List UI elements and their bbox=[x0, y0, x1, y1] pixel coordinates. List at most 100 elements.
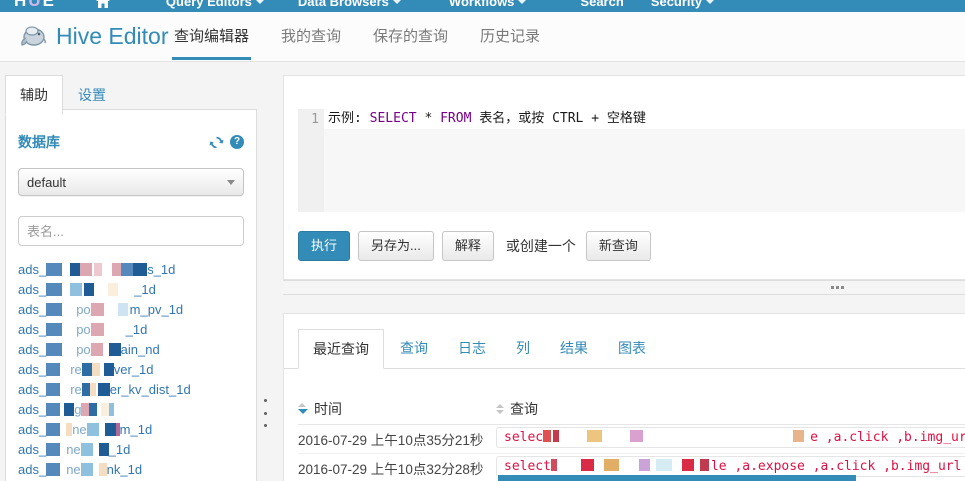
database-row: 数据库 ? bbox=[18, 132, 244, 152]
sidebar-table-item[interactable]: ads_ po _1d bbox=[18, 320, 244, 340]
app-title: Hive Editor bbox=[56, 22, 169, 49]
table-filter-input[interactable] bbox=[18, 216, 244, 246]
redacted-block bbox=[98, 443, 109, 456]
query-time-cell: 2016-07-29 上午10点35分21秒 bbox=[298, 433, 484, 448]
save-as-button[interactable]: 另存为... bbox=[358, 231, 434, 261]
table-name-fragment: po bbox=[76, 342, 91, 357]
topnav-item-data-browsers[interactable]: Data Browsers bbox=[298, 0, 401, 9]
table-name-prefix: ads_ bbox=[18, 282, 47, 297]
sidebar-table-item[interactable]: ads_ g bbox=[18, 400, 244, 420]
hue-logo[interactable]: HUE bbox=[14, 0, 56, 11]
table-name-suffix: _1d bbox=[125, 322, 148, 337]
redaction-gap bbox=[102, 273, 112, 274]
sidebar-table-item[interactable]: ads_ ne nk_1d bbox=[18, 460, 244, 480]
redacted-block bbox=[117, 303, 128, 316]
redacted-block bbox=[70, 283, 83, 296]
table-name-prefix: ads_ bbox=[18, 362, 47, 377]
table-name-fragment: re bbox=[70, 382, 82, 397]
panel-resize-handle[interactable] bbox=[261, 399, 269, 427]
results-tab-2[interactable]: 日志 bbox=[444, 329, 500, 368]
sidebar-table-item[interactable]: ads_ po m_pv_1d bbox=[18, 300, 244, 320]
appbar-tab-1[interactable]: 我的查询 bbox=[279, 12, 343, 62]
redacted-block bbox=[89, 403, 98, 416]
redaction-gap bbox=[62, 333, 76, 334]
topnav-item-workflows[interactable]: Workflows bbox=[449, 0, 527, 9]
table-name-fragment: g bbox=[74, 402, 82, 417]
table-name-suffix: er_kv_dist_1d bbox=[109, 382, 191, 397]
table-name-prefix: ads_ bbox=[18, 262, 47, 277]
help-icon[interactable]: ? bbox=[230, 135, 244, 149]
sql-text: 示例: bbox=[328, 111, 370, 126]
redacted-block bbox=[121, 263, 134, 276]
redacted-block bbox=[91, 363, 100, 376]
query-time-cell: 2016-07-29 上午10点32分28秒 bbox=[298, 462, 484, 477]
sidebar-table-item[interactable]: ads_ re ver_1d bbox=[18, 360, 244, 380]
topnav-item-search[interactable]: Search bbox=[580, 0, 623, 9]
redacted-block bbox=[46, 383, 61, 396]
sql-code-editor[interactable]: 1 示例: SELECT * FROM 表名，或按 CTRL + 空格键 bbox=[298, 109, 965, 212]
refresh-icon[interactable] bbox=[209, 135, 224, 150]
redacted-block bbox=[109, 403, 115, 416]
redaction-gap bbox=[559, 440, 587, 441]
sidebar-tab-0[interactable]: 辅助 bbox=[5, 75, 63, 115]
query-editor-panel: 1 示例: SELECT * FROM 表名，或按 CTRL + 空格键 执行 … bbox=[283, 75, 965, 280]
redacted-block bbox=[46, 403, 61, 416]
topnav-menu: Query Editors Data Browsers Workflows Searc… bbox=[110, 0, 715, 9]
sidebar-tab-1[interactable]: 设置 bbox=[63, 75, 121, 115]
redacted-block bbox=[655, 459, 672, 471]
chevron-down-icon bbox=[227, 179, 235, 185]
query-link[interactable]: select le ,a.expose ,a.click ,b.img_url f… bbox=[496, 456, 965, 477]
database-select[interactable]: default bbox=[18, 168, 244, 196]
redacted-block bbox=[101, 403, 110, 416]
column-header-query[interactable]: 查询 bbox=[496, 399, 538, 419]
topnav-item-security[interactable]: Security bbox=[651, 0, 715, 9]
database-select-value: default bbox=[27, 174, 67, 190]
redacted-block bbox=[103, 363, 114, 376]
editor-gutter: 1 bbox=[298, 109, 324, 212]
redacted-block bbox=[108, 343, 121, 356]
editor-empty-area bbox=[324, 129, 965, 212]
hive-editor-brand[interactable]: Hive Editor bbox=[18, 22, 168, 50]
sql-text: 表名，或按 CTRL + 空格键 bbox=[471, 111, 646, 126]
appbar-tab-2[interactable]: 保存的查询 bbox=[371, 12, 450, 62]
sidebar-table-item[interactable]: ads_ ne m_1d bbox=[18, 420, 244, 440]
line-number: 1 bbox=[311, 112, 319, 127]
redacted-block bbox=[81, 403, 90, 416]
table-name-fragment: ne bbox=[72, 422, 87, 437]
results-tab-0[interactable]: 最近查询 bbox=[298, 329, 384, 369]
sidebar-table-item[interactable]: ads_ s_1d bbox=[18, 260, 244, 280]
appbar-tab-0[interactable]: 查询编辑器 bbox=[172, 12, 252, 62]
topnav-item-query-editors[interactable]: Query Editors bbox=[166, 0, 264, 9]
table-name-suffix: s_1d bbox=[147, 262, 176, 277]
redacted-block bbox=[81, 363, 92, 376]
chevron-down-icon bbox=[518, 0, 527, 5]
redacted-block bbox=[133, 263, 148, 276]
query-link[interactable]: selec e ,a.click ,b.img_url from ( bbox=[496, 427, 965, 448]
redacted-block bbox=[86, 423, 99, 436]
redacted-block bbox=[108, 283, 119, 296]
table-list: ads_ s_1d ads_ _1d ads_ po m_pv_1d ads_ po _1d ads… bbox=[18, 260, 244, 481]
results-tab-5[interactable]: 图表 bbox=[604, 329, 660, 368]
execute-button[interactable]: 执行 bbox=[298, 231, 351, 261]
table-name-prefix: ads_ bbox=[18, 302, 47, 317]
appbar-tab-3[interactable]: 历史记录 bbox=[478, 12, 542, 62]
sidebar-table-item[interactable]: ads_ _1d bbox=[18, 280, 244, 300]
or-create-label: 或创建一个 bbox=[505, 238, 576, 254]
results-tab-1[interactable]: 查询 bbox=[386, 329, 442, 368]
sidebar-table-item[interactable]: ads_ re er_kv_dist_1d bbox=[18, 380, 244, 400]
editor-results-resize-bar[interactable] bbox=[283, 280, 965, 295]
new-query-button[interactable]: 新查询 bbox=[585, 231, 651, 261]
sidebar-table-item[interactable]: ads_ po ain_nd bbox=[18, 340, 244, 360]
explain-button[interactable]: 解释 bbox=[441, 231, 494, 261]
redacted-block bbox=[80, 443, 93, 456]
sidebar-table-item[interactable]: ads_ ne _1d bbox=[18, 440, 244, 460]
results-tab-4[interactable]: 结果 bbox=[546, 329, 602, 368]
redacted-block bbox=[90, 343, 103, 356]
home-icon[interactable] bbox=[95, 0, 110, 8]
table-name-prefix: ads_ bbox=[18, 342, 47, 357]
table-name-suffix: _1d bbox=[108, 442, 131, 457]
results-tab-3[interactable]: 列 bbox=[502, 329, 544, 368]
column-header-time[interactable]: 时间 bbox=[298, 399, 496, 419]
table-name-fragment: po bbox=[76, 302, 91, 317]
table-name-fragment: ne bbox=[66, 462, 81, 477]
